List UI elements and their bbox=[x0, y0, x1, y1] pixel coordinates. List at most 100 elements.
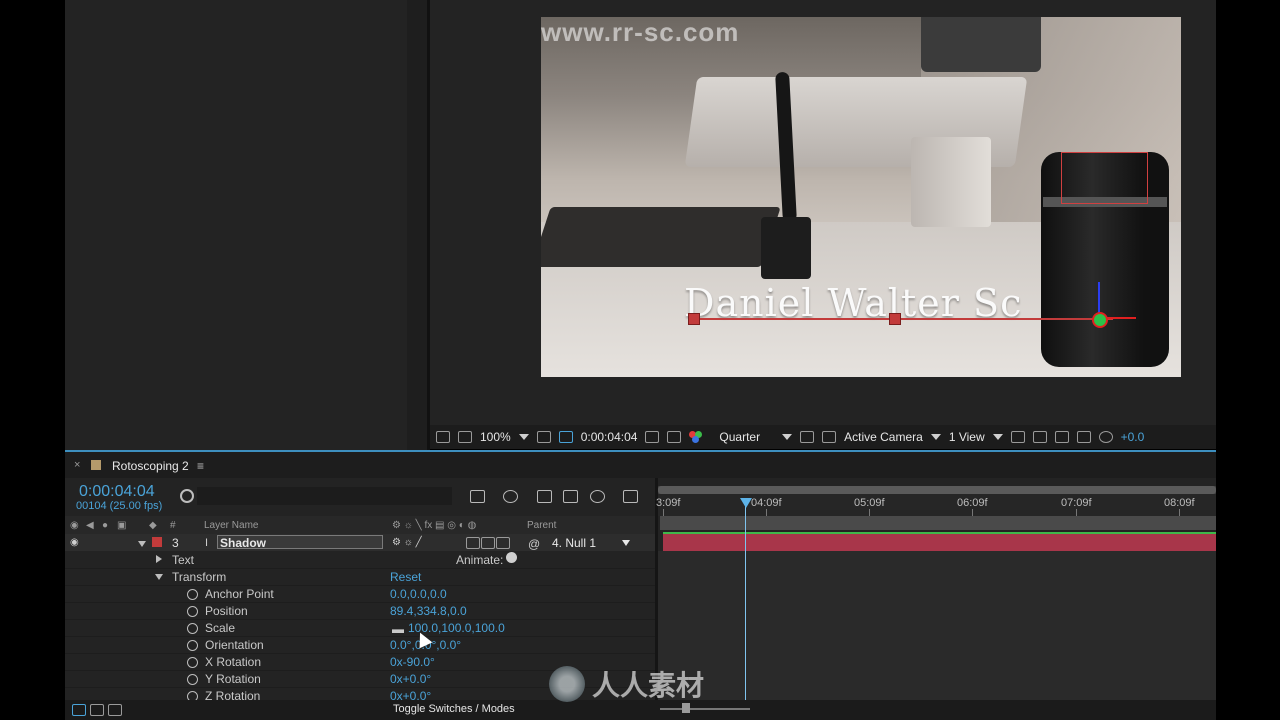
current-time-display[interactable]: 0:00:04:04 bbox=[79, 483, 155, 501]
anchor-gizmo-icon[interactable] bbox=[1092, 312, 1108, 328]
frame-blending-icon[interactable] bbox=[563, 490, 578, 503]
footage-frame[interactable]: Daniel Walter Sc www.rr-sc.com bbox=[541, 17, 1181, 377]
transparency-grid-icon[interactable] bbox=[822, 431, 837, 443]
layer-label-color[interactable] bbox=[152, 537, 162, 547]
property-row-position[interactable] bbox=[65, 602, 655, 620]
viewer-timecode[interactable]: 0:00:04:04 bbox=[581, 430, 638, 444]
zoom-slider[interactable] bbox=[660, 708, 750, 710]
cube-icon[interactable] bbox=[496, 537, 510, 549]
track-row bbox=[658, 670, 1216, 688]
magnification-dropdown[interactable]: 100% bbox=[480, 430, 511, 444]
animate-play-icon[interactable] bbox=[506, 552, 517, 563]
playhead-handle-icon[interactable] bbox=[740, 498, 752, 508]
stopwatch-icon[interactable] bbox=[187, 657, 198, 668]
property-value[interactable]: 0.0,0.0,0.0 bbox=[390, 587, 447, 601]
text-layer-icon: I bbox=[205, 537, 209, 549]
toggle-pixel-aspect-icon[interactable] bbox=[1010, 431, 1025, 443]
fast-previews-icon[interactable] bbox=[1032, 431, 1047, 443]
expand-layer-icon[interactable] bbox=[138, 541, 146, 547]
label-tag-icon[interactable]: ◆ bbox=[149, 520, 157, 531]
snapshot-icon[interactable] bbox=[645, 431, 660, 443]
keyframe-handle[interactable] bbox=[889, 313, 901, 325]
stopwatch-icon[interactable] bbox=[187, 589, 198, 600]
modes-pane-icon[interactable] bbox=[90, 704, 104, 716]
track-row bbox=[658, 568, 1216, 586]
adjustment-switch-icon[interactable] bbox=[466, 537, 480, 549]
animate-label[interactable]: Animate: bbox=[456, 553, 503, 567]
timeline-tab-bar bbox=[65, 452, 1216, 478]
constrain-proportions-icon[interactable]: ▬ bbox=[392, 622, 404, 636]
property-label: Scale bbox=[205, 621, 236, 635]
resolution-dropdown[interactable]: Quarter bbox=[719, 430, 760, 444]
stopwatch-icon[interactable] bbox=[187, 640, 198, 651]
expand-text-icon[interactable] bbox=[156, 555, 162, 563]
search-icon[interactable] bbox=[180, 489, 194, 503]
pickwhip-icon[interactable]: @ bbox=[528, 537, 540, 551]
composition-tab[interactable]: Rotoscoping 2 bbox=[112, 459, 189, 473]
layer-name[interactable]: Shadow bbox=[220, 536, 266, 550]
exposure-value[interactable]: +0.0 bbox=[1121, 430, 1145, 444]
show-snapshot-icon[interactable] bbox=[667, 431, 682, 443]
draft-3d-icon[interactable] bbox=[503, 490, 518, 503]
close-tab-icon[interactable]: × bbox=[74, 459, 80, 471]
expand-transform-icon[interactable] bbox=[155, 574, 163, 580]
zoom-slider-thumb[interactable] bbox=[682, 703, 690, 713]
track-row bbox=[658, 636, 1216, 654]
mask-visibility-icon[interactable] bbox=[558, 431, 573, 443]
work-area-bar[interactable] bbox=[660, 516, 1216, 530]
grid-icon[interactable] bbox=[536, 431, 551, 443]
eye-icon[interactable]: ◉ bbox=[70, 520, 79, 531]
lock-icon[interactable]: ▣ bbox=[117, 520, 126, 531]
property-value[interactable]: 89.4,334.8,0.0 bbox=[390, 604, 467, 618]
3d-layer-switch-icon[interactable] bbox=[481, 537, 495, 549]
property-row-anchor-point[interactable] bbox=[65, 585, 655, 603]
region-of-interest-icon[interactable] bbox=[800, 431, 815, 443]
text-group-row[interactable] bbox=[65, 551, 655, 569]
null-bounding-box[interactable] bbox=[1061, 152, 1148, 204]
layer-search-input[interactable] bbox=[197, 487, 452, 505]
motion-path[interactable] bbox=[693, 318, 1113, 320]
panel-menu-icon[interactable]: ≡ bbox=[197, 459, 204, 473]
current-time-indicator[interactable] bbox=[745, 498, 746, 700]
stopwatch-icon[interactable] bbox=[187, 606, 198, 617]
channel-icon[interactable] bbox=[689, 431, 703, 443]
view-layout-dropdown[interactable]: 1 View bbox=[949, 430, 985, 444]
property-label: Y Rotation bbox=[205, 672, 261, 686]
chevron-down-icon[interactable] bbox=[992, 434, 1003, 440]
composition-mini-flowchart-icon[interactable] bbox=[470, 490, 485, 503]
layer-name-header[interactable]: Layer Name bbox=[204, 520, 258, 531]
property-row-orientation[interactable] bbox=[65, 636, 655, 654]
panel-scrollbar[interactable] bbox=[407, 0, 427, 450]
graph-editor-icon[interactable] bbox=[623, 490, 638, 503]
toggle-switches-modes-button[interactable]: Toggle Switches / Modes bbox=[393, 703, 515, 715]
property-value[interactable]: 0x-90.0° bbox=[390, 655, 435, 669]
transform-group-row[interactable] bbox=[65, 568, 655, 586]
time-navigator-thumb[interactable] bbox=[658, 486, 1216, 494]
motion-blur-icon[interactable] bbox=[590, 490, 605, 503]
parent-dropdown[interactable]: 4. Null 1 bbox=[552, 536, 596, 550]
chevron-down-icon[interactable] bbox=[782, 434, 793, 440]
timeline-icon[interactable] bbox=[1054, 431, 1069, 443]
shy-layers-icon[interactable] bbox=[537, 490, 552, 503]
always-preview-icon[interactable] bbox=[436, 431, 450, 443]
reset-exposure-icon[interactable] bbox=[1098, 431, 1113, 443]
chevron-down-icon[interactable] bbox=[518, 434, 529, 440]
stopwatch-icon[interactable] bbox=[187, 623, 198, 634]
layer-switches-pane-icon[interactable] bbox=[72, 704, 86, 716]
stopwatch-icon[interactable] bbox=[187, 674, 198, 685]
audio-icon[interactable]: ◀ bbox=[86, 520, 94, 531]
in-out-pane-icon[interactable] bbox=[108, 704, 122, 716]
solo-icon[interactable]: ● bbox=[102, 520, 108, 531]
display-icon[interactable] bbox=[458, 431, 472, 443]
ruler-tick bbox=[1076, 509, 1077, 516]
visibility-eye-icon[interactable]: ◉ bbox=[70, 537, 79, 548]
keyframe-handle[interactable] bbox=[688, 313, 700, 325]
chevron-down-icon[interactable] bbox=[930, 434, 941, 440]
flowchart-icon[interactable] bbox=[1076, 431, 1091, 443]
property-value[interactable]: 0x+0.0° bbox=[390, 672, 431, 686]
property-row-scale[interactable] bbox=[65, 619, 655, 637]
layer-switches-icons[interactable]: ⚙ ☼ ╱ bbox=[392, 537, 422, 548]
chevron-down-icon[interactable] bbox=[622, 540, 630, 546]
camera-dropdown[interactable]: Active Camera bbox=[844, 430, 923, 444]
reset-link[interactable]: Reset bbox=[390, 570, 421, 584]
